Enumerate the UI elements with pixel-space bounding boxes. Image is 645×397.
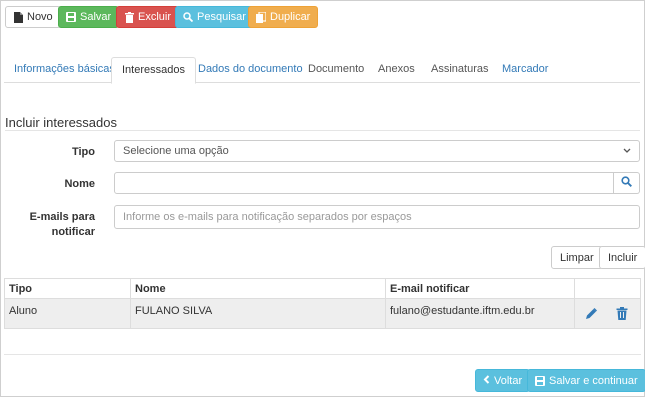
copy-icon bbox=[256, 11, 266, 23]
salvar-label: Salvar bbox=[80, 11, 112, 23]
cell-tipo: Aluno bbox=[4, 298, 131, 329]
incluir-button[interactable]: Incluir bbox=[599, 246, 645, 269]
section-title: Incluir interessados bbox=[5, 115, 117, 130]
file-icon bbox=[13, 11, 23, 23]
cell-email: fulano@estudante.iftm.edu.br bbox=[385, 298, 575, 329]
salvar-e-continuar-label: Salvar e continuar bbox=[549, 374, 638, 387]
salvar-e-continuar-button[interactable]: Salvar e continuar bbox=[527, 369, 645, 392]
nome-search-button[interactable] bbox=[614, 172, 640, 194]
tab-informacoes-basicas[interactable]: Informações básicas bbox=[4, 57, 125, 83]
tab-dados-do-documento[interactable]: Dados do documento bbox=[188, 57, 313, 83]
section-divider bbox=[5, 130, 640, 131]
voltar-label: Voltar bbox=[494, 374, 523, 387]
emails-label: E-mails para notificar bbox=[20, 210, 95, 240]
cell-nome: FULANO SILVA bbox=[130, 298, 386, 329]
tipo-label: Tipo bbox=[71, 146, 95, 158]
column-header-actions bbox=[574, 278, 641, 299]
footer-divider bbox=[4, 354, 641, 355]
emails-label-line1: E-mails para bbox=[29, 211, 95, 223]
limpar-button[interactable]: Limpar bbox=[551, 246, 603, 269]
search-icon bbox=[183, 12, 193, 23]
emails-label-line2: notificar bbox=[51, 226, 95, 238]
pesquisar-label: Pesquisar bbox=[197, 11, 246, 23]
novo-label: Novo bbox=[27, 11, 53, 23]
edit-pencil-icon[interactable] bbox=[585, 307, 599, 321]
tab-marcador[interactable]: Marcador bbox=[492, 57, 558, 83]
tipo-select[interactable]: Selecione uma opção bbox=[114, 140, 640, 162]
pesquisar-button[interactable]: Pesquisar bbox=[175, 6, 254, 28]
tab-bar: Informações básicas Interessados Dados d… bbox=[4, 57, 640, 84]
tab-interessados[interactable]: Interessados bbox=[111, 57, 196, 84]
chevron-left-icon bbox=[483, 371, 490, 391]
tab-anexos[interactable]: Anexos bbox=[368, 57, 425, 83]
duplicar-label: Duplicar bbox=[270, 11, 311, 23]
nome-label: Nome bbox=[64, 178, 95, 190]
emails-input[interactable]: Informe os e-mails para notificação sepa… bbox=[114, 205, 640, 229]
search-icon bbox=[621, 176, 632, 190]
interessados-table: Tipo Nome E-mail notificar Aluno FULANO … bbox=[4, 278, 641, 329]
floppy-icon bbox=[66, 12, 76, 23]
duplicar-button[interactable]: Duplicar bbox=[248, 6, 319, 28]
chevron-down-icon bbox=[623, 145, 631, 157]
table-row: Aluno FULANO SILVA fulano@estudante.iftm… bbox=[4, 298, 641, 329]
column-header-tipo: Tipo bbox=[4, 278, 131, 299]
tab-documento[interactable]: Documento bbox=[298, 57, 374, 83]
table-header-row: Tipo Nome E-mail notificar bbox=[4, 278, 641, 299]
excluir-button[interactable]: Excluir bbox=[116, 6, 180, 28]
tipo-select-value: Selecione uma opção bbox=[123, 145, 229, 157]
cell-actions bbox=[574, 298, 641, 329]
trash-icon bbox=[124, 11, 134, 23]
tab-assinaturas[interactable]: Assinaturas bbox=[421, 57, 498, 83]
floppy-icon bbox=[535, 375, 545, 386]
voltar-button[interactable]: Voltar bbox=[475, 369, 531, 392]
column-header-nome: Nome bbox=[130, 278, 386, 299]
column-header-email: E-mail notificar bbox=[385, 278, 575, 299]
delete-trash-icon[interactable] bbox=[616, 307, 630, 321]
nome-input[interactable] bbox=[114, 172, 614, 194]
salvar-button[interactable]: Salvar bbox=[58, 6, 120, 28]
novo-button[interactable]: Novo bbox=[5, 6, 61, 28]
excluir-label: Excluir bbox=[138, 11, 172, 23]
